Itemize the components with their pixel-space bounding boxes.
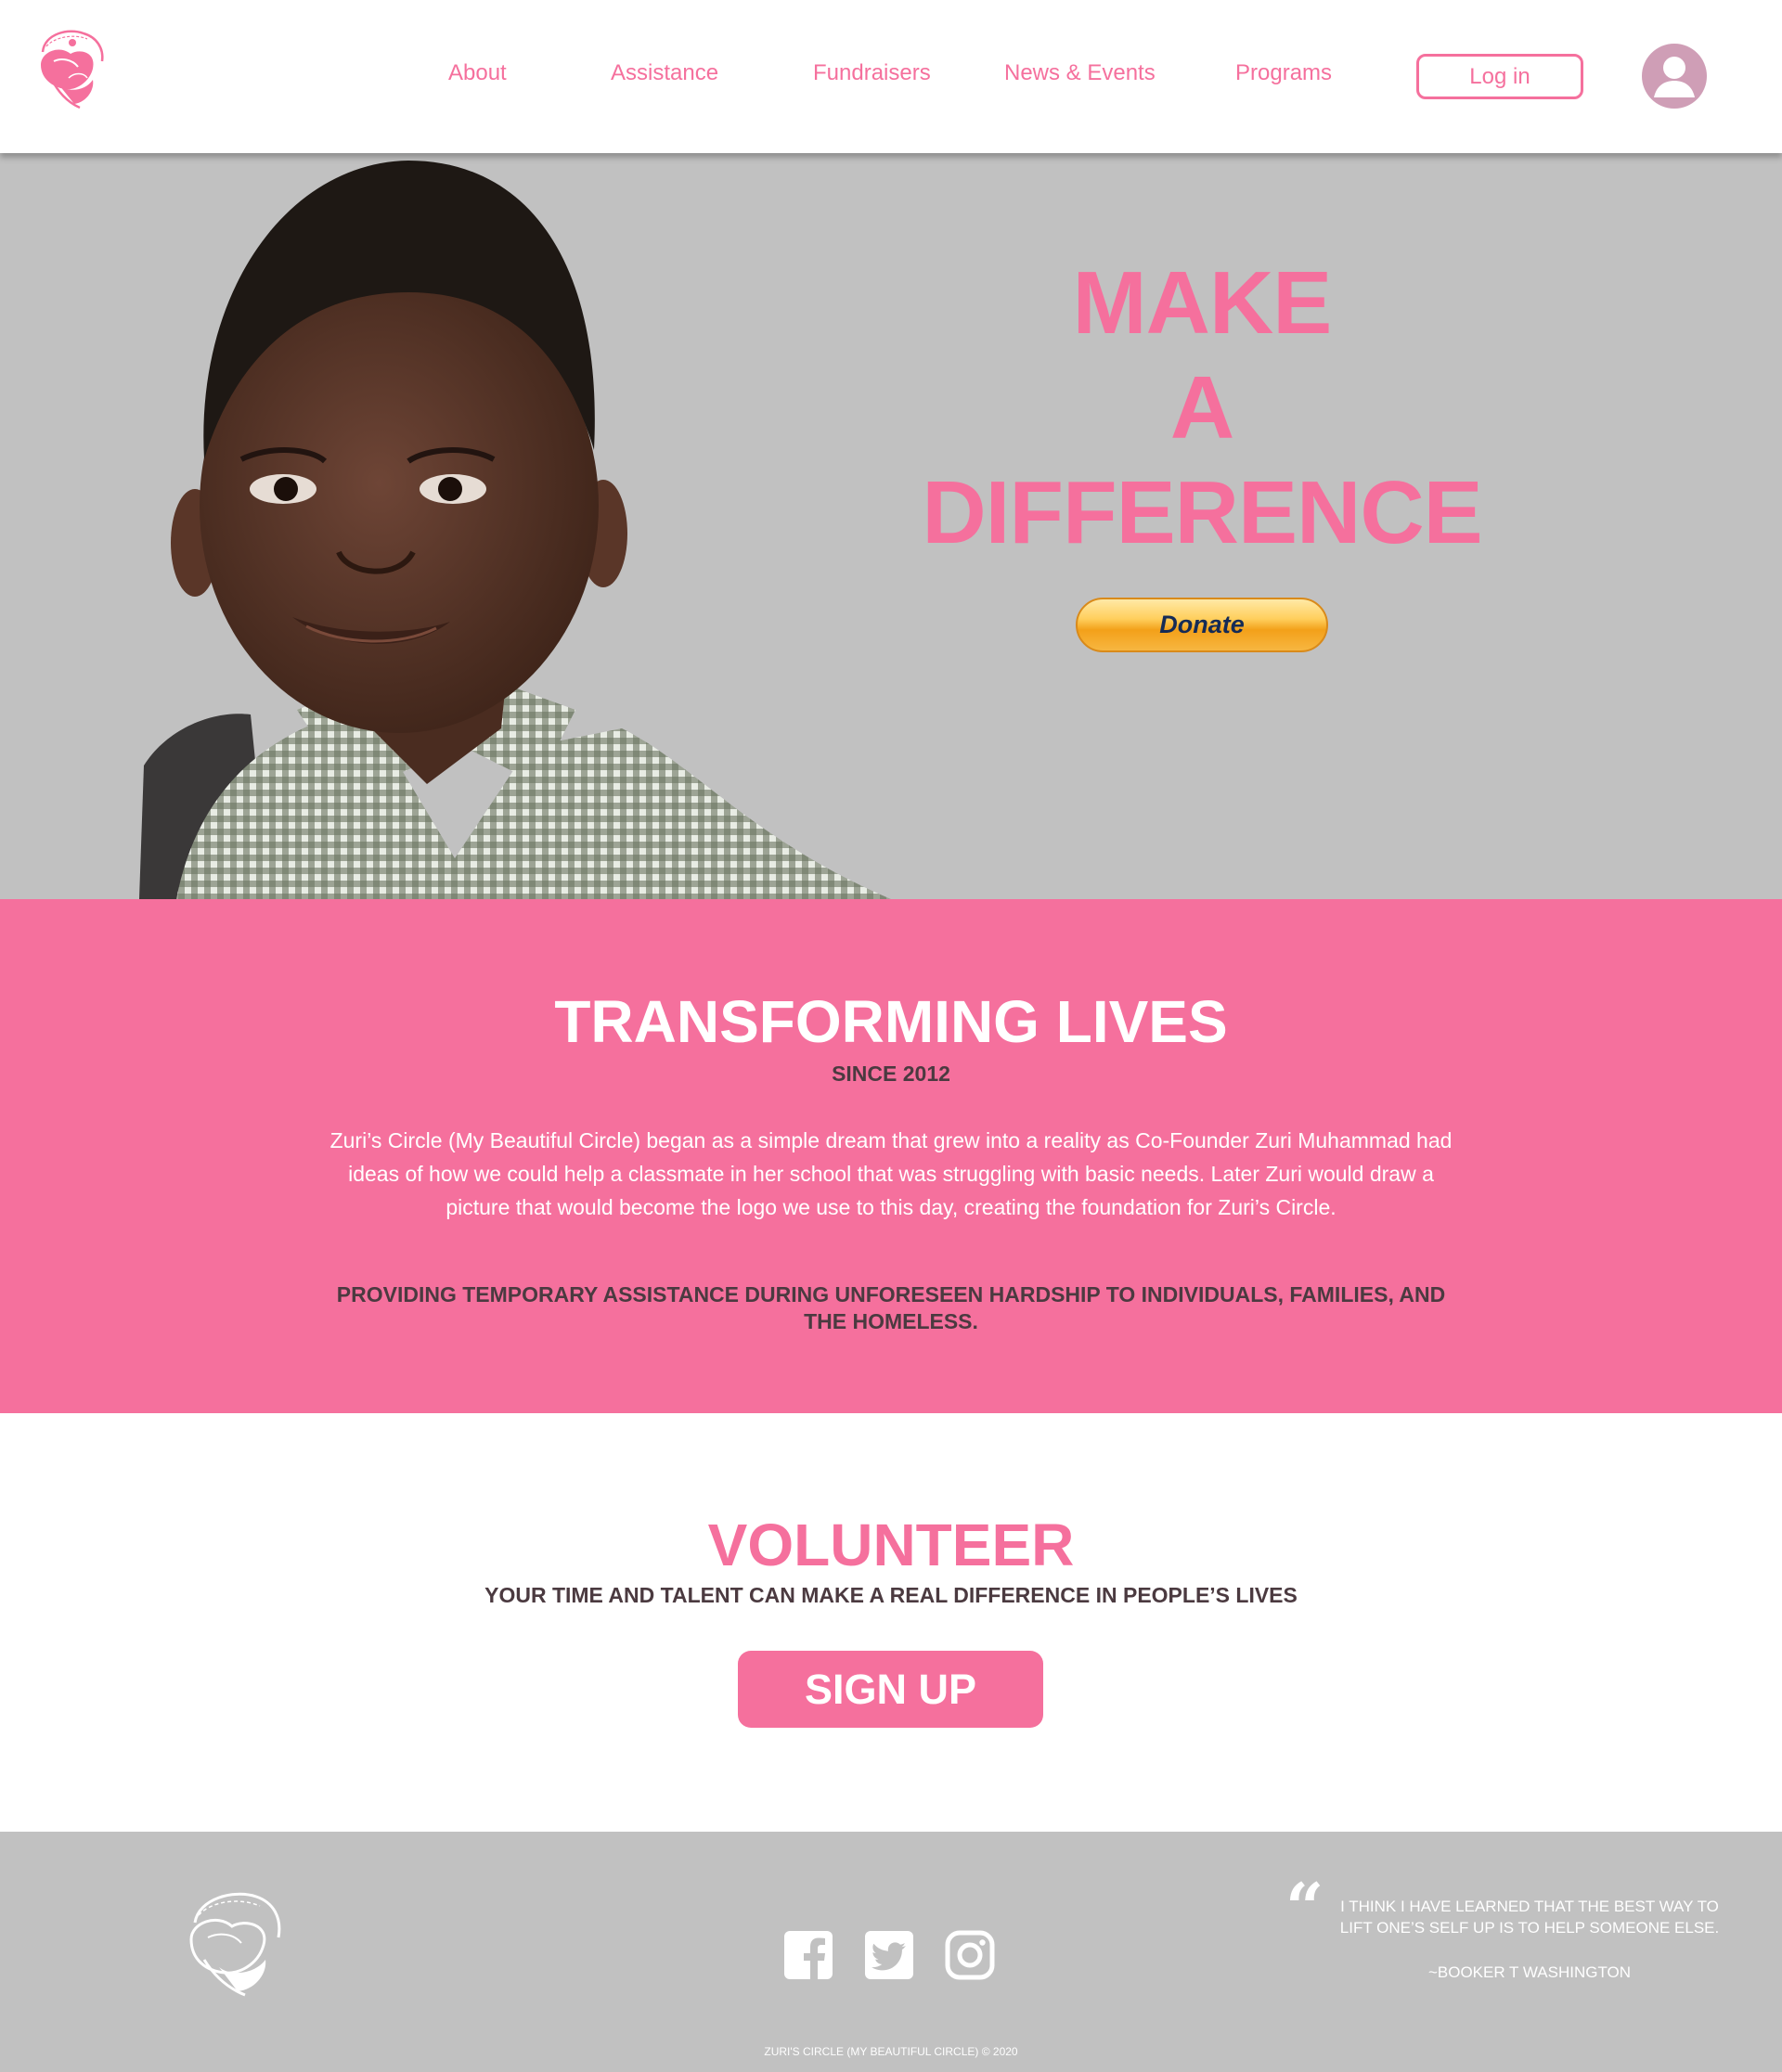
footer-logo[interactable] xyxy=(176,1885,290,1999)
volunteer-section: VOLUNTEER YOUR TIME AND TALENT CAN MAKE … xyxy=(0,1413,1782,1832)
donate-button[interactable]: Donate xyxy=(1076,598,1328,652)
copyright-text: ZURI'S CIRCLE (MY BEAUTIFUL CIRCLE) © 20… xyxy=(764,2045,1018,2058)
hero-child-photo xyxy=(139,161,891,899)
zuris-circle-logo[interactable] xyxy=(32,24,110,111)
nav-assistance[interactable]: Assistance xyxy=(611,60,718,86)
hero-title-line-1: MAKE xyxy=(1072,253,1333,353)
nav-news-events[interactable]: News & Events xyxy=(1004,60,1156,86)
quote-mark-icon: “ xyxy=(1285,1868,1324,1947)
footer-quote: I THINK I HAVE LEARNED THAT THE BEST WAY… xyxy=(1339,1898,1720,1937)
since-label: SINCE 2012 xyxy=(832,1062,950,1086)
site-footer: “ I THINK I HAVE LEARNED THAT THE BEST W… xyxy=(0,1832,1782,2072)
facebook-icon[interactable] xyxy=(783,1930,833,1980)
hero-title-line-2: A xyxy=(1169,358,1234,457)
user-avatar-icon[interactable] xyxy=(1642,44,1707,109)
site-header: About Assistance Fundraisers News & Even… xyxy=(0,0,1782,153)
sign-up-button[interactable]: SIGN UP xyxy=(738,1651,1043,1728)
hero-title-line-3: DIFFERENCE xyxy=(922,463,1482,562)
transforming-lives-title: TRANSFORMING LIVES xyxy=(554,988,1228,1055)
instagram-icon[interactable] xyxy=(945,1930,995,1980)
volunteer-subtitle: YOUR TIME AND TALENT CAN MAKE A REAL DIF… xyxy=(484,1583,1298,1607)
hero-section: MAKE A DIFFERENCE Donate xyxy=(0,153,1782,899)
about-paragraph: Zuri’s Circle (My Beautiful Circle) bega… xyxy=(329,1128,1453,1219)
login-button[interactable]: Log in xyxy=(1416,54,1583,99)
user-silhouette-icon xyxy=(1654,57,1695,97)
nav-about[interactable]: About xyxy=(448,60,507,86)
footer-quote-author: ~BOOKER T WASHINGTON xyxy=(1427,1963,1632,1981)
nav-programs[interactable]: Programs xyxy=(1235,60,1332,86)
hero-title: MAKE A DIFFERENCE xyxy=(854,251,1550,565)
volunteer-title: VOLUNTEER xyxy=(707,1512,1075,1578)
twitter-icon[interactable] xyxy=(864,1930,914,1980)
nav-fundraisers[interactable]: Fundraisers xyxy=(813,60,931,86)
mission-statement: PROVIDING TEMPORARY ASSISTANCE DURING UN… xyxy=(336,1282,1446,1333)
transforming-lives-section: TRANSFORMING LIVES SINCE 2012 Zuri’s Cir… xyxy=(0,899,1782,1413)
